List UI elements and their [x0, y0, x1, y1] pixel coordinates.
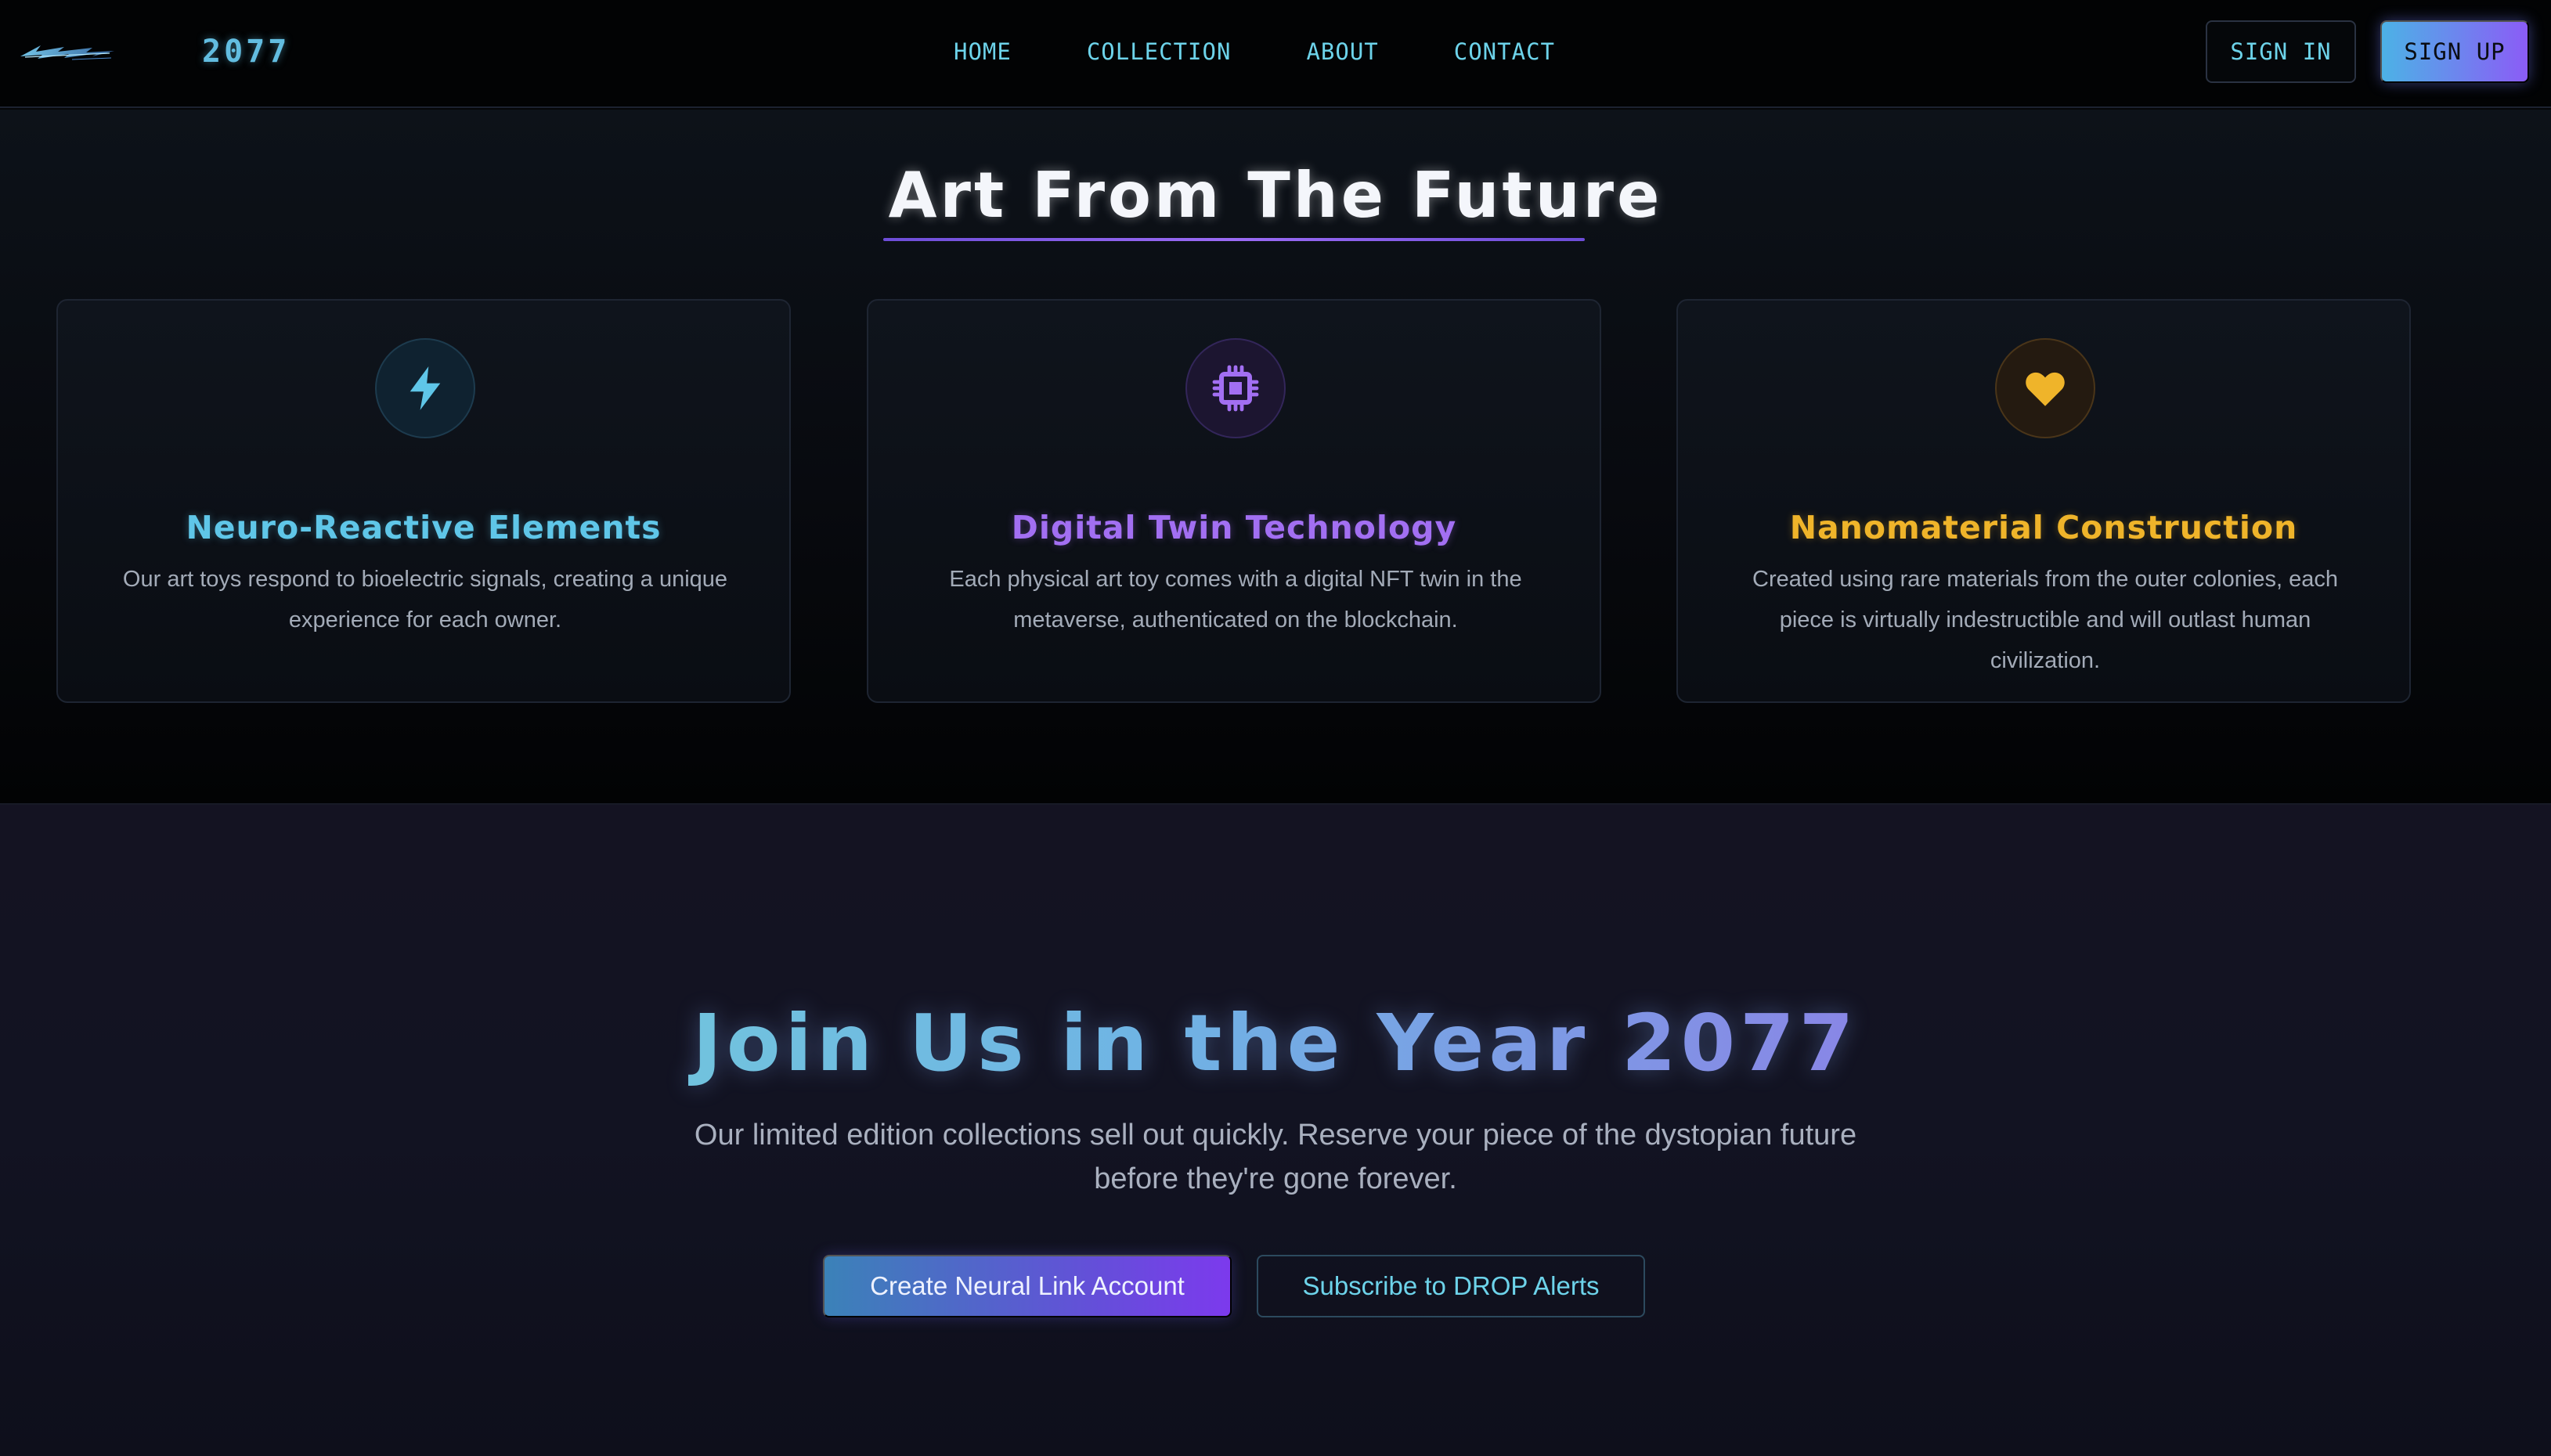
feature-card-title: Nanomaterial Construction: [1789, 509, 2298, 546]
main-nav: HOME COLLECTION ABOUT CONTACT: [954, 34, 1555, 69]
feature-card-title: Digital Twin Technology: [1011, 509, 1457, 546]
nav-link-collection[interactable]: COLLECTION: [1087, 38, 1232, 65]
brand-name[interactable]: 2077: [202, 30, 290, 74]
nav-link-contact[interactable]: CONTACT: [1454, 38, 1555, 65]
features-section: Art From The Future Neuro-Reactive Eleme…: [0, 110, 2551, 803]
sign-in-button[interactable]: SIGN IN: [2206, 20, 2356, 83]
feature-card-text: Each physical art toy comes with a digit…: [949, 567, 1522, 632]
subscribe-alerts-button[interactable]: Subscribe to DROP Alerts: [1257, 1255, 1645, 1317]
nav-link-about[interactable]: ABOUT: [1306, 38, 1378, 65]
nav-link-home[interactable]: HOME: [954, 38, 1012, 65]
chip-icon: [1185, 338, 1286, 438]
feature-card-neuro-reactive: Neuro-Reactive Elements Our art toys res…: [56, 299, 791, 703]
feature-card-title: Neuro-Reactive Elements: [186, 509, 662, 546]
top-navbar: 2077 HOME COLLECTION ABOUT CONTACT SIGN …: [0, 0, 2551, 108]
cyberpunk-logo[interactable]: [17, 36, 117, 67]
join-cta-section: Join Us in the Year 2077 Our limited edi…: [0, 803, 2551, 1456]
lightning-bolt-icon: [375, 338, 475, 438]
heart-icon: [1995, 338, 2095, 438]
create-account-button[interactable]: Create Neural Link Account: [823, 1255, 1232, 1317]
feature-card-text: Created using rare materials from the ou…: [1752, 567, 2338, 673]
feature-card-text: Our art toys respond to bioelectric sign…: [122, 567, 728, 632]
title-underline: [883, 238, 1585, 241]
cta-description: Our limited edition collections sell out…: [694, 1119, 1857, 1195]
feature-card-nanomaterial: Nanomaterial Construction Created using …: [1676, 299, 2411, 703]
features-title: Art From The Future: [888, 159, 1663, 232]
feature-card-digital-twin: Digital Twin Technology Each physical ar…: [867, 299, 1601, 703]
sign-up-button[interactable]: SIGN UP: [2380, 20, 2529, 83]
cta-title: Join Us in the Year 2077: [0, 993, 2551, 1094]
